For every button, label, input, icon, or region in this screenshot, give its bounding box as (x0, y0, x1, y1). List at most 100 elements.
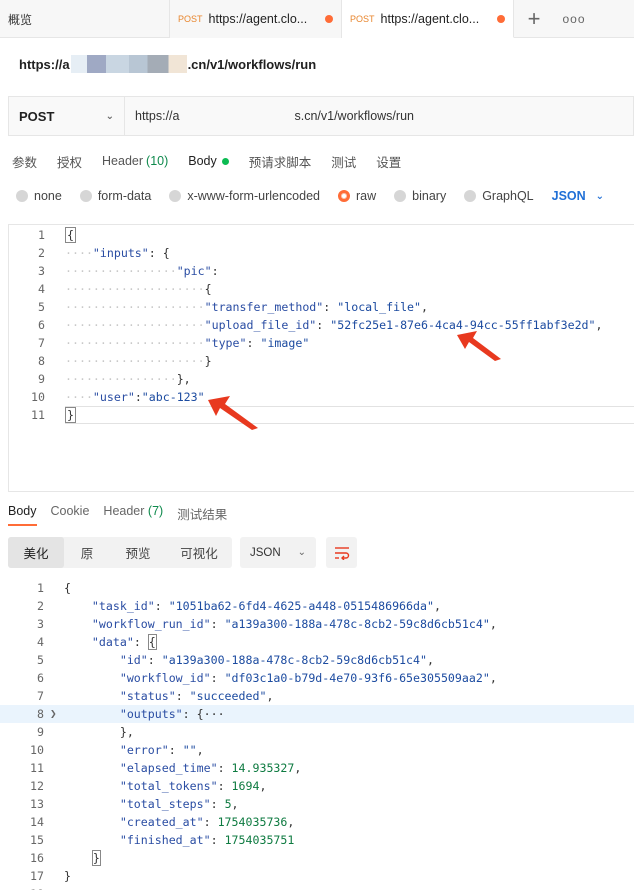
radio-binary[interactable]: binary (394, 189, 446, 203)
request-tab-1[interactable]: POST https://agent.clo... (170, 0, 342, 38)
active-dot-icon (221, 157, 229, 165)
json-key: "status" (119, 689, 176, 703)
json-key: "data" (91, 635, 134, 649)
radio-circle (169, 190, 182, 202)
line-number: 4 (38, 282, 45, 296)
request-tab-2[interactable]: POST https://agent.clo... (342, 0, 514, 38)
new-tab-button[interactable]: + (514, 0, 554, 38)
radio-graphql[interactable]: GraphQL (464, 189, 534, 203)
request-title[interactable]: https://a .cn/v1/workflows/run (19, 55, 316, 73)
tab-headers[interactable]: Header (10) (102, 150, 168, 172)
tab-settings[interactable]: 设置 (376, 150, 401, 172)
json-value: 1754035736 (217, 815, 288, 829)
radio-form-data[interactable]: form-data (79, 189, 151, 203)
code-line: ················"pic": (65, 264, 219, 278)
json-value: "a139a300-188a-478c-8cb2-59c8d6cb51c4" (224, 617, 490, 631)
json-value: 1694 (231, 779, 260, 793)
code-line: ····················} (65, 354, 212, 368)
json-key: "pic" (176, 264, 212, 278)
method-select[interactable]: POST ⌄ (9, 97, 125, 135)
view-preview-button[interactable]: 预览 (110, 537, 166, 568)
tab-params[interactable]: 参数 (12, 150, 37, 172)
view-visualize-button[interactable]: 可视化 (166, 537, 232, 568)
tab-body[interactable]: Body (188, 150, 229, 172)
tab-label: 测试 (331, 155, 357, 170)
code-line: }, (119, 725, 134, 739)
radio-circle (16, 190, 28, 202)
tab-count: (7) (147, 504, 164, 518)
chevron-right-icon[interactable]: ❯ (50, 705, 57, 723)
tab-label: Header (102, 154, 144, 168)
tab-overview[interactable]: 概览 (0, 0, 170, 38)
body-format-select[interactable]: JSON ⌄ (552, 189, 604, 203)
body-format-value: JSON (551, 189, 586, 203)
code-line: ····"user":"abc-123" (65, 390, 205, 404)
unsaved-dot-icon (325, 15, 333, 23)
json-key: "id" (119, 653, 148, 667)
current-line-highlight (65, 406, 634, 424)
code-line: ····················"type": "image" (65, 336, 310, 350)
response-toolbar: 美化 原 预览 可视化 JSON ⌄ (8, 537, 357, 568)
code-line: } (91, 850, 101, 866)
annotation-arrow-icon (208, 396, 258, 430)
response-format-select[interactable]: JSON ⌄ (240, 537, 316, 568)
tab-auth[interactable]: 授权 (57, 150, 82, 172)
json-key: "finished_at" (119, 833, 211, 847)
radio-circle-checked (338, 190, 350, 202)
tab-bar: 概览 POST https://agent.clo... POST https:… (0, 0, 634, 38)
radio-label: raw (356, 189, 377, 203)
response-tab-header[interactable]: Header (7) (103, 504, 163, 526)
line-number: 2 (37, 599, 44, 613)
radio-label: GraphQL (482, 189, 534, 203)
code-line: ····················"transfer_method": "… (65, 300, 428, 314)
line-number: 11 (31, 408, 45, 422)
response-tab-cookie[interactable]: Cookie (51, 504, 90, 526)
more-tabs-button[interactable]: ooo (554, 0, 594, 38)
code-line: "data": { (91, 634, 157, 650)
code-line: { (65, 227, 76, 243)
view-mode-segment: 美化 原 预览 可视化 (8, 537, 232, 568)
response-tab-body[interactable]: Body (8, 504, 37, 526)
url-bar: POST ⌄ https://a s.cn/v1/workflows/run (8, 96, 634, 136)
json-value: 5 (224, 797, 232, 811)
json-key: "user" (92, 390, 135, 404)
radio-none[interactable]: none (16, 189, 62, 203)
line-number: 2 (38, 246, 45, 260)
radio-raw[interactable]: raw (338, 189, 376, 203)
tab-label: 测试结果 (177, 508, 228, 522)
button-label: 可视化 (180, 547, 218, 561)
tab-method: POST (350, 13, 375, 24)
radio-urlencoded[interactable]: x-www-form-urlencoded (169, 189, 320, 203)
response-tabs: Body Cookie Header (7) 测试结果 (8, 504, 241, 526)
radio-circle (394, 190, 407, 202)
url-input[interactable]: https://a s.cn/v1/workflows/run (125, 97, 633, 135)
json-value: 14.935327 (231, 761, 295, 775)
code-line: "finished_at": 1754035751 (119, 833, 295, 847)
chevron-down-icon: ⌄ (297, 547, 306, 558)
json-value: "succeeded" (189, 689, 267, 703)
json-value: "abc-123" (141, 390, 205, 404)
tab-method: POST (178, 14, 203, 24)
line-number: 10 (30, 743, 44, 757)
response-body-viewer[interactable]: 1 2 3 4 5 6 7 8 9 10 11 12 13 14 15 16 1… (0, 578, 634, 890)
collapsed-object[interactable]: {··· (197, 707, 225, 721)
line-number: 5 (38, 300, 45, 314)
view-raw-button[interactable]: 原 (64, 537, 110, 568)
line-number: 7 (38, 336, 45, 350)
tab-label: 授权 (57, 155, 83, 170)
tab-pre-request-script[interactable]: 预请求脚本 (249, 150, 312, 172)
code-line: ················}, (65, 372, 191, 386)
view-pretty-button[interactable]: 美化 (8, 537, 64, 568)
tab-label: 预请求脚本 (248, 155, 312, 170)
line-number: 10 (31, 390, 45, 404)
tab-tests[interactable]: 测试 (331, 150, 356, 172)
line-number: 13 (30, 797, 44, 811)
line-number: 3 (38, 264, 45, 278)
line-number: 14 (30, 815, 44, 829)
tab-label: Header (103, 504, 145, 518)
json-value: "1051ba62-6fd4-4625-a448-0515486966da" (168, 599, 434, 613)
response-tab-test-results[interactable]: 测试结果 (177, 504, 227, 526)
request-body-editor[interactable]: 1 2 3 4 5 6 7 8 9 10 11 { ····"inputs": … (8, 224, 634, 492)
wrap-lines-icon (334, 546, 349, 560)
wrap-lines-button[interactable] (326, 537, 357, 568)
